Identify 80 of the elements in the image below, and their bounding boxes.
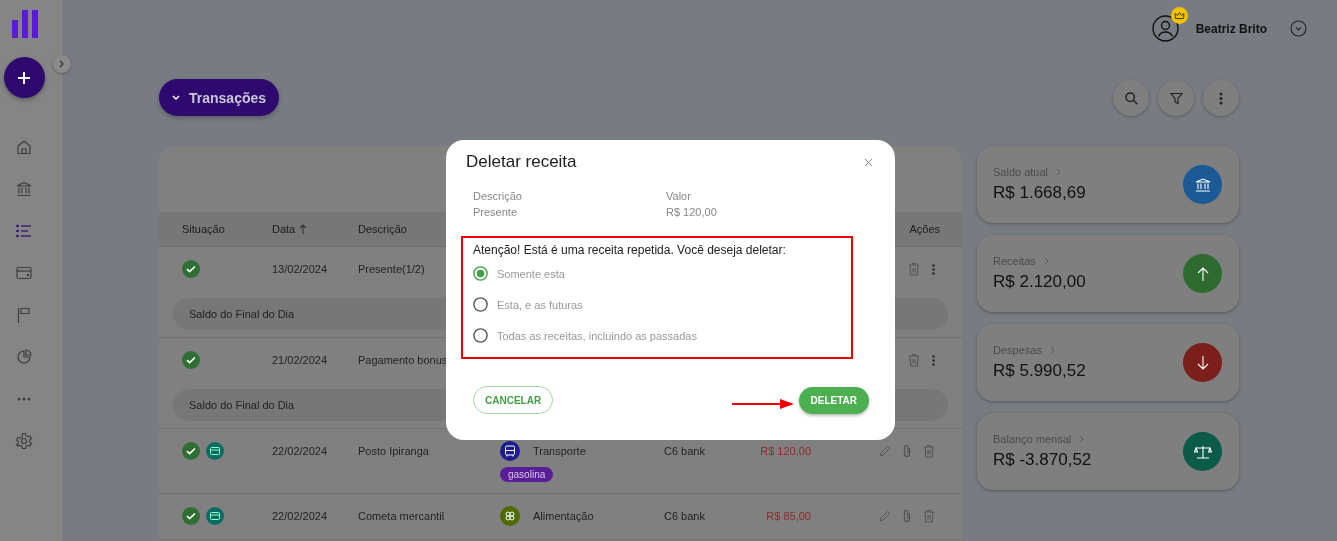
chevron-right-icon bbox=[1056, 168, 1062, 176]
date-text: 21/02/2024 bbox=[272, 353, 328, 368]
summary-value: R$ 1.668,69 bbox=[993, 183, 1086, 203]
radio-option[interactable]: Somente esta bbox=[473, 258, 841, 289]
chevron-right-icon bbox=[59, 60, 65, 68]
category-name: Transporte bbox=[533, 444, 586, 459]
description-text: Posto Ipiranga bbox=[358, 444, 429, 459]
trash-icon[interactable] bbox=[908, 353, 920, 367]
warning-text: Atenção! Está é uma receita repetida. Você deseja deletar: bbox=[473, 242, 787, 258]
avatar-icon[interactable] bbox=[1151, 15, 1179, 42]
category-name: Alimentação bbox=[533, 509, 594, 524]
logo-icon bbox=[12, 10, 38, 38]
amount-text: R$ 85,00 bbox=[766, 509, 811, 524]
more-icon bbox=[17, 397, 31, 401]
account-text: C6 bank bbox=[664, 444, 705, 459]
paperclip-icon[interactable] bbox=[903, 444, 911, 458]
pie-chart-icon bbox=[16, 349, 32, 365]
more-vertical-icon[interactable] bbox=[932, 354, 935, 366]
paperclip-icon[interactable] bbox=[903, 509, 911, 523]
chevron-down-icon bbox=[172, 94, 180, 101]
filter-button[interactable] bbox=[1158, 80, 1194, 116]
column-header[interactable]: Descrição bbox=[358, 223, 407, 235]
more-vertical-icon bbox=[1219, 91, 1223, 105]
description-text: Presente(1/2) bbox=[358, 262, 425, 277]
day-balance-label: Saldo do Final do Dia bbox=[189, 399, 295, 411]
trash-icon[interactable] bbox=[908, 262, 920, 276]
chevron-right-icon bbox=[1049, 346, 1055, 354]
field-label: Valor bbox=[666, 190, 692, 202]
delete-button[interactable]: DELETAR bbox=[798, 386, 869, 414]
field-value: R$ 120,00 bbox=[666, 206, 718, 218]
dialog-title: Deletar receita bbox=[466, 152, 577, 172]
home-icon bbox=[16, 139, 32, 155]
sort-arrow-icon bbox=[299, 224, 308, 234]
column-header[interactable]: Situação bbox=[182, 223, 225, 235]
search-icon bbox=[1124, 91, 1138, 105]
description-text: Cometa mercantil bbox=[358, 509, 445, 524]
radio-button[interactable] bbox=[473, 297, 488, 312]
column-header[interactable]: Data bbox=[272, 223, 308, 235]
account-text: C6 bank bbox=[664, 509, 705, 524]
date-text: 22/02/2024 bbox=[272, 509, 328, 524]
search-button[interactable] bbox=[1113, 80, 1149, 116]
more-button[interactable] bbox=[1203, 80, 1239, 116]
summary-value: R$ 2.120,00 bbox=[993, 272, 1086, 292]
list-icon bbox=[16, 224, 32, 238]
wallet-icon bbox=[16, 266, 32, 280]
filter-icon bbox=[1169, 91, 1183, 105]
field-value: Presente bbox=[473, 206, 519, 218]
field-label: Descrição bbox=[473, 190, 523, 202]
day-balance-label: Saldo do Final do Dia bbox=[189, 308, 295, 320]
chevron-right-icon bbox=[1043, 257, 1049, 265]
close-icon[interactable] bbox=[864, 157, 873, 167]
edit-icon[interactable] bbox=[879, 445, 891, 457]
expand-toggle[interactable] bbox=[53, 55, 71, 73]
amount-text: R$ 120,00 bbox=[760, 444, 811, 459]
radio-button[interactable] bbox=[473, 266, 488, 281]
user-name[interactable]: Beatriz Brito bbox=[1195, 21, 1267, 36]
cancel-button[interactable]: CANCELAR bbox=[473, 386, 554, 414]
chevron-down-icon[interactable] bbox=[1290, 20, 1307, 37]
plus-icon bbox=[17, 70, 31, 85]
summary-value: R$ 5.990,52 bbox=[993, 361, 1086, 381]
date-text: 13/02/2024 bbox=[272, 262, 328, 277]
tag-chip: gasolina bbox=[500, 467, 554, 482]
trash-icon[interactable] bbox=[923, 444, 935, 458]
flag-icon bbox=[17, 307, 31, 323]
column-header[interactable]: Ações bbox=[909, 223, 940, 235]
settings-icon bbox=[15, 432, 33, 450]
bank-icon bbox=[16, 181, 32, 197]
radio-button[interactable] bbox=[473, 328, 488, 343]
radio-option[interactable]: Esta, e as futuras bbox=[473, 289, 841, 320]
edit-icon[interactable] bbox=[879, 510, 891, 522]
description-text: Pagamento bonus bbox=[358, 353, 448, 368]
chevron-right-icon bbox=[1079, 435, 1085, 443]
add-button[interactable] bbox=[3, 57, 45, 98]
more-vertical-icon[interactable] bbox=[932, 263, 935, 275]
page-menu-button[interactable]: Transações bbox=[159, 79, 280, 116]
summary-value: R$ -3.870,52 bbox=[993, 450, 1092, 470]
date-text: 22/02/2024 bbox=[272, 444, 328, 459]
trash-icon[interactable] bbox=[923, 509, 935, 523]
radio-option[interactable]: Todas as receitas, incluindo as passadas bbox=[473, 320, 841, 351]
pointer-arrow bbox=[731, 399, 794, 409]
